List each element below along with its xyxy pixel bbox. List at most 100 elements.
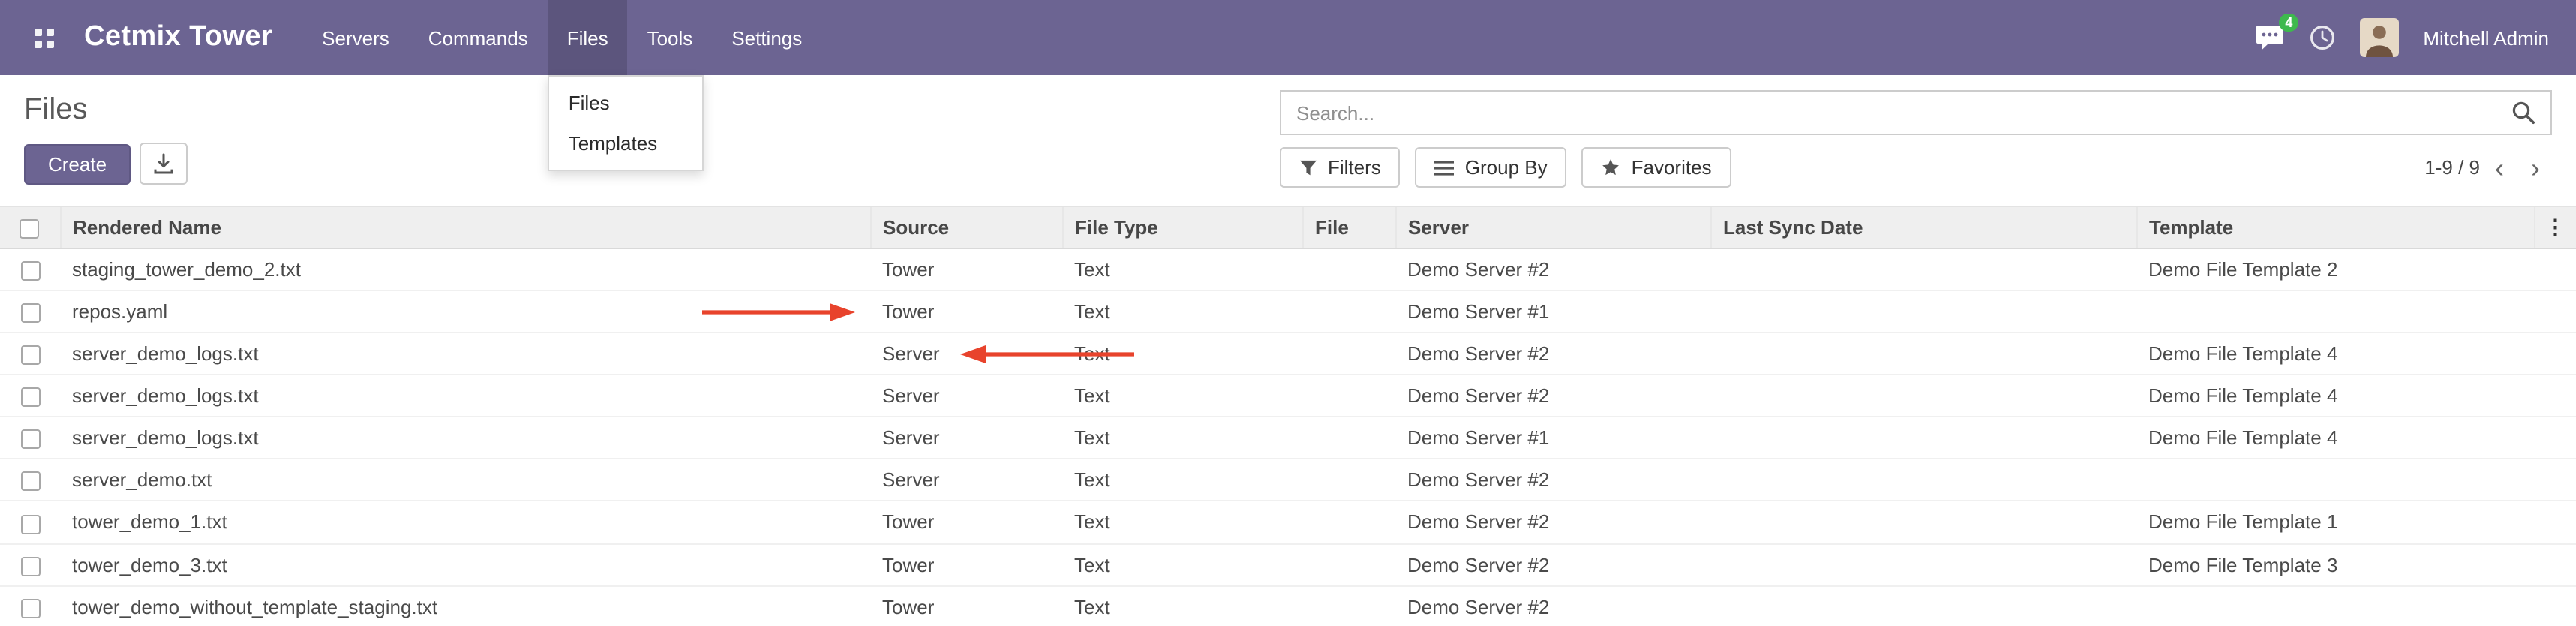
cell-rendered-name[interactable]: server_demo_logs.txt	[60, 333, 870, 375]
table-row[interactable]: staging_tower_demo_2.txtTowerText Demo Se…	[0, 248, 2576, 290]
table-row[interactable]: server_demo_logs.txtServerText Demo Serve…	[0, 375, 2576, 417]
cell-source[interactable]: Server	[870, 333, 1062, 375]
apps-menu-button[interactable]	[21, 0, 66, 75]
cell-rendered-name[interactable]: tower_demo_without_template_staging.txt	[60, 585, 870, 626]
cell-template[interactable]: Demo File Template 4	[2136, 375, 2534, 417]
column-header-file[interactable]: File	[1302, 206, 1395, 248]
activities-button[interactable]	[2309, 24, 2336, 51]
cell-template[interactable]: Demo File Template 4	[2136, 333, 2534, 375]
row-checkbox[interactable]	[20, 261, 40, 281]
cell-file[interactable]	[1302, 501, 1395, 543]
cell-file-type[interactable]: Text	[1062, 501, 1302, 543]
cell-source[interactable]: Tower	[870, 585, 1062, 626]
cell-file[interactable]	[1302, 543, 1395, 585]
cell-template[interactable]: Demo File Template 3	[2136, 543, 2534, 585]
select-all-checkbox[interactable]	[20, 219, 40, 239]
cell-file[interactable]	[1302, 333, 1395, 375]
search-input[interactable]	[1296, 101, 2511, 124]
cell-file[interactable]	[1302, 417, 1395, 459]
cell-server[interactable]: Demo Server #2	[1395, 501, 1710, 543]
cell-file-type[interactable]: Text	[1062, 585, 1302, 626]
user-name[interactable]: Mitchell Admin	[2423, 26, 2549, 49]
cell-file-type[interactable]: Text	[1062, 375, 1302, 417]
messages-button[interactable]: 4	[2255, 24, 2285, 51]
create-button[interactable]: Create	[24, 143, 131, 184]
row-checkbox[interactable]	[20, 472, 40, 492]
cell-template[interactable]	[2136, 585, 2534, 626]
cell-last-sync-date[interactable]	[1710, 459, 2136, 501]
menu-item-servers[interactable]: Servers	[302, 0, 409, 75]
cell-file[interactable]	[1302, 585, 1395, 626]
cell-rendered-name[interactable]: staging_tower_demo_2.txt	[60, 248, 870, 290]
filters-button[interactable]: Filters	[1280, 147, 1401, 188]
pager-previous-button[interactable]: ‹	[2483, 154, 2516, 181]
cell-server[interactable]: Demo Server #1	[1395, 290, 1710, 333]
cell-rendered-name[interactable]: repos.yaml	[60, 290, 870, 333]
cell-rendered-name[interactable]: server_demo.txt	[60, 459, 870, 501]
favorites-button[interactable]: Favorites	[1582, 147, 1731, 188]
cell-server[interactable]: Demo Server #2	[1395, 543, 1710, 585]
column-header-template[interactable]: Template	[2136, 206, 2534, 248]
table-row[interactable]: tower_demo_3.txtTowerText Demo Server #2 D…	[0, 543, 2576, 585]
cell-rendered-name[interactable]: server_demo_logs.txt	[60, 375, 870, 417]
cell-template[interactable]	[2136, 290, 2534, 333]
cell-last-sync-date[interactable]	[1710, 501, 2136, 543]
cell-source[interactable]: Server	[870, 375, 1062, 417]
cell-file[interactable]	[1302, 459, 1395, 501]
cell-template[interactable]	[2136, 459, 2534, 501]
cell-rendered-name[interactable]: tower_demo_3.txt	[60, 543, 870, 585]
column-header-file-type[interactable]: File Type	[1062, 206, 1302, 248]
cell-source[interactable]: Server	[870, 459, 1062, 501]
table-row[interactable]: server_demo_logs.txtServerTextDemo Serve…	[0, 417, 2576, 459]
cell-last-sync-date[interactable]	[1710, 375, 2136, 417]
table-row[interactable]: server_demo_logs.txtServerText Demo Serve…	[0, 333, 2576, 375]
cell-file-type[interactable]: Text	[1062, 290, 1302, 333]
cell-template[interactable]: Demo File Template 1	[2136, 501, 2534, 543]
dropdown-item-templates[interactable]: Templates	[549, 123, 702, 164]
cell-server[interactable]: Demo Server #2	[1395, 375, 1710, 417]
optional-columns-button[interactable]: ⋮	[2534, 206, 2576, 248]
row-checkbox[interactable]	[20, 430, 40, 450]
cell-server[interactable]: Demo Server #2	[1395, 585, 1710, 626]
row-checkbox[interactable]	[20, 303, 40, 323]
cell-file-type[interactable]: Text	[1062, 543, 1302, 585]
pager-next-button[interactable]: ›	[2519, 154, 2552, 181]
cell-last-sync-date[interactable]	[1710, 333, 2136, 375]
cell-source[interactable]: Server	[870, 417, 1062, 459]
cell-server[interactable]: Demo Server #2	[1395, 459, 1710, 501]
export-button[interactable]	[140, 143, 188, 185]
row-checkbox[interactable]	[20, 556, 40, 576]
menu-item-files[interactable]: Files Files Templates	[548, 0, 628, 75]
user-menu[interactable]	[2360, 18, 2399, 57]
menu-item-tools[interactable]: Tools	[628, 0, 713, 75]
cell-last-sync-date[interactable]	[1710, 290, 2136, 333]
group-by-button[interactable]: Group By	[1416, 147, 1567, 188]
cell-file[interactable]	[1302, 290, 1395, 333]
table-row[interactable]: repos.yamlTowerText Demo Server #1	[0, 290, 2576, 333]
cell-template[interactable]: Demo File Template 4	[2136, 417, 2534, 459]
row-checkbox[interactable]	[20, 598, 40, 618]
cell-file-type[interactable]: Text	[1062, 333, 1302, 375]
cell-source[interactable]: Tower	[870, 248, 1062, 290]
cell-rendered-name[interactable]: tower_demo_1.txt	[60, 501, 870, 543]
search-icon[interactable]	[2511, 101, 2535, 125]
column-header-server[interactable]: Server	[1395, 206, 1710, 248]
cell-server[interactable]: Demo Server #2	[1395, 248, 1710, 290]
cell-source[interactable]: Tower	[870, 543, 1062, 585]
cell-server[interactable]: Demo Server #1	[1395, 417, 1710, 459]
menu-item-settings[interactable]: Settings	[712, 0, 821, 75]
cell-last-sync-date[interactable]	[1710, 248, 2136, 290]
cell-file[interactable]	[1302, 248, 1395, 290]
cell-source[interactable]: Tower	[870, 290, 1062, 333]
cell-server[interactable]: Demo Server #2	[1395, 333, 1710, 375]
cell-template[interactable]: Demo File Template 2	[2136, 248, 2534, 290]
table-row[interactable]: tower_demo_without_template_staging.txtT…	[0, 585, 2576, 626]
cell-file-type[interactable]: Text	[1062, 248, 1302, 290]
cell-last-sync-date[interactable]	[1710, 417, 2136, 459]
row-checkbox[interactable]	[20, 514, 40, 534]
row-checkbox[interactable]	[20, 388, 40, 408]
row-checkbox[interactable]	[20, 346, 40, 366]
column-header-source[interactable]: Source	[870, 206, 1062, 248]
app-title[interactable]: Cetmix Tower	[66, 0, 302, 75]
table-row[interactable]: tower_demo_1.txtTowerTextDemo Server #2D…	[0, 501, 2576, 543]
